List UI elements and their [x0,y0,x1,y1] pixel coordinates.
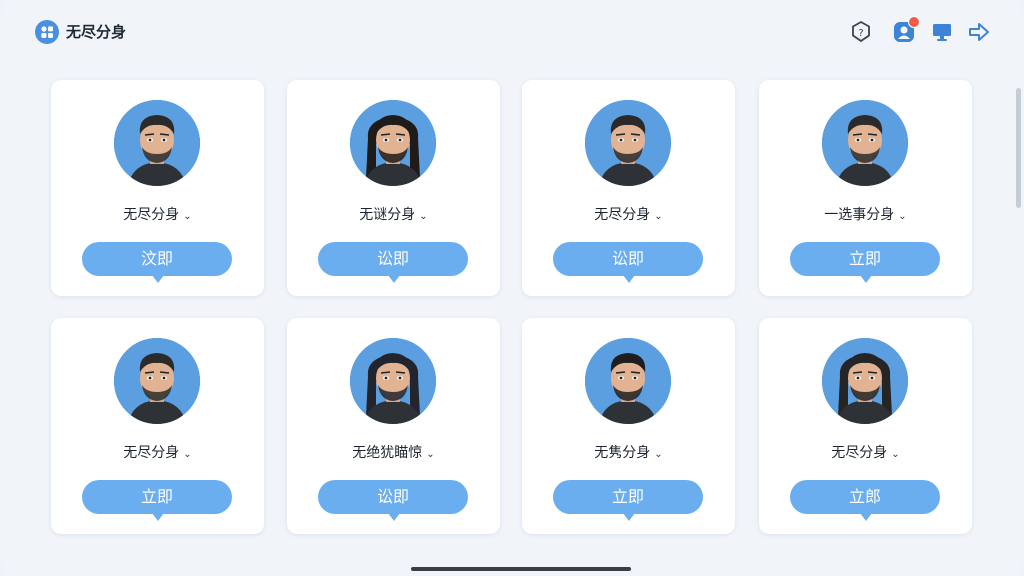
clone-name: 无尽分身 [831,445,888,461]
avatar [822,338,908,424]
profile-notify-icon[interactable] [892,16,920,44]
launch-button-label: 讼即 [376,249,409,268]
vertical-scrollbar[interactable] [1016,88,1021,208]
chevron-down-icon: ⌄ [419,211,428,222]
clone-name-dropdown[interactable]: 无尽分身 ⌄ [51,442,264,462]
button-pointer [623,513,635,521]
chevron-down-icon: ⌄ [183,211,192,222]
clone-card: 一选事分身 ⌄ 立即 [759,80,972,296]
launch-button-label: 讼即 [376,487,409,506]
clone-name-dropdown[interactable]: 一选事分身 ⌄ [759,204,972,224]
launch-button[interactable]: 汶即 [82,242,232,283]
clone-name: 无绝犹瞄惊 [352,445,423,461]
avatar [585,100,671,186]
chevron-down-icon: ⌄ [891,449,900,460]
clone-card: 无绝犹瞄惊 ⌄ 讼即 [287,318,500,534]
chevron-down-icon: ⌄ [654,449,663,460]
button-pointer [860,275,872,283]
clone-name: 无隽分身 [594,445,651,461]
button-pointer [152,513,164,521]
clone-card: 无谜分身 ⌄ 讼即 [287,80,500,296]
svg-text:?: ? [858,28,863,39]
clone-card: 无尽分身 ⌄ 立郎 [759,318,972,534]
clone-name: 一选事分身 [824,207,895,223]
launch-button-label: 立即 [140,487,173,506]
app-logo-icon [35,20,59,44]
launch-button-label: 立郎 [848,487,881,506]
avatar [114,100,200,186]
clone-name: 无尽分身 [123,207,180,223]
clone-name: 无尽分身 [594,207,651,223]
launch-button[interactable]: 立郎 [790,480,940,521]
app-title: 无尽分身 [66,23,127,41]
avatar [585,338,671,424]
avatar [822,100,908,186]
avatar [350,100,436,186]
launch-button-label: 汶即 [140,249,173,268]
launch-button[interactable]: 讼即 [318,480,468,521]
clone-name-dropdown[interactable]: 无尽分身 ⌄ [522,204,735,224]
avatar [114,338,200,424]
launch-button-label: 立即 [611,487,644,506]
clone-card: 无尽分身 ⌄ 立即 [51,318,264,534]
clone-card: 无尽分身 ⌄ 汶即 [51,80,264,296]
launch-button[interactable]: 立即 [553,480,703,521]
chevron-down-icon: ⌄ [654,211,663,222]
launch-button[interactable]: 讼即 [318,242,468,283]
app-window: 无尽分身 ? 无尽分身 ⌄ 汶即 无谜分身 ⌄ 讼即 无尽分身 ⌄ 讼即 一选事… [0,0,1024,576]
clone-name-dropdown[interactable]: 无隽分身 ⌄ [522,442,735,462]
button-pointer [152,275,164,283]
clone-name-dropdown[interactable]: 无尽分身 ⌄ [759,442,972,462]
clone-name: 无尽分身 [123,445,180,461]
chevron-down-icon: ⌄ [898,211,907,222]
launch-button[interactable]: 讼即 [553,242,703,283]
chevron-down-icon: ⌄ [183,449,192,460]
launch-button-label: 立即 [848,249,881,268]
clone-name: 无谜分身 [359,207,416,223]
button-pointer [860,513,872,521]
chevron-down-icon: ⌄ [426,449,435,460]
help-icon[interactable]: ? [849,20,873,44]
forward-arrow-icon[interactable] [967,20,991,44]
notification-badge [908,16,920,28]
clone-name-dropdown[interactable]: 无尽分身 ⌄ [51,204,264,224]
launch-button[interactable]: 立即 [790,242,940,283]
clone-card: 无尽分身 ⌄ 讼即 [522,80,735,296]
top-bar: 无尽分身 ? [0,0,1024,62]
launch-button-label: 讼即 [611,249,644,268]
launch-button[interactable]: 立即 [82,480,232,521]
button-pointer [388,513,400,521]
monitor-icon[interactable] [930,20,954,44]
button-pointer [388,275,400,283]
button-pointer [623,275,635,283]
clone-card: 无隽分身 ⌄ 立即 [522,318,735,534]
clone-name-dropdown[interactable]: 无谜分身 ⌄ [287,204,500,224]
clone-name-dropdown[interactable]: 无绝犹瞄惊 ⌄ [287,442,500,462]
home-indicator[interactable] [411,567,631,571]
avatar [350,338,436,424]
